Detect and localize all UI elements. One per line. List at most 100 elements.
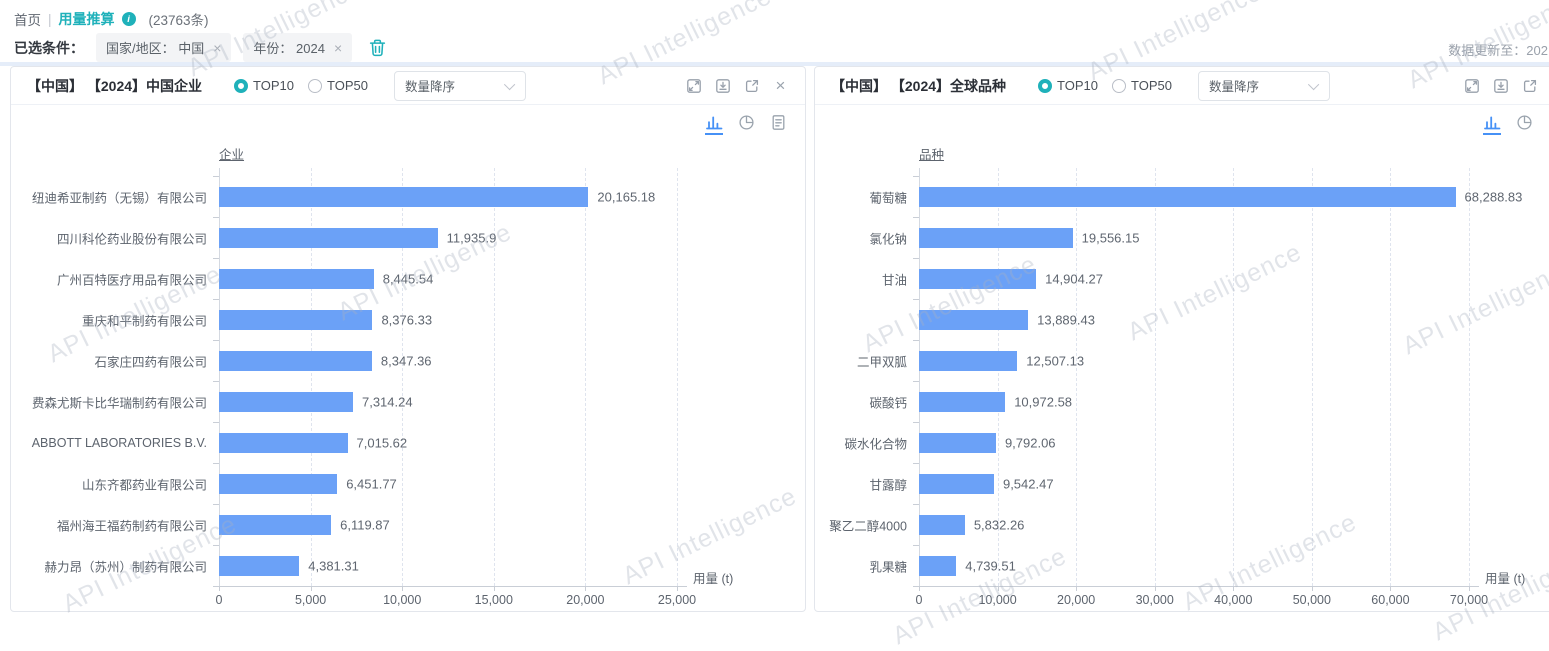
category-label: ABBOTT LABORATORIES B.V. [31,435,207,450]
category-label: 重庆和平制药有限公司 [81,314,207,328]
radio-selected-icon[interactable] [234,78,249,93]
breadcrumb-home-link[interactable]: 首页 [14,9,41,29]
bar[interactable] [219,555,300,576]
bar[interactable] [919,473,994,494]
x-axis-tick [219,586,220,591]
bar[interactable] [919,432,996,453]
bar[interactable] [219,309,373,330]
filter-chip-text: 国家/地区： 中国 [106,41,205,56]
x-axis-tick [919,586,920,591]
value-label: 5,832.26 [973,517,1025,532]
topn-radio-group: TOP10 TOP50 [234,78,368,93]
radio-top10[interactable]: TOP10 [1038,78,1098,93]
x-tick-label: 50,000 [1292,593,1331,607]
radio-label: TOP50 [1131,78,1172,93]
x-tick-label: 10,000 [383,593,422,607]
bar[interactable] [919,514,965,535]
chart-row: 葡萄糖 68,288.83 [815,176,1549,217]
bar[interactable] [219,268,374,289]
open-external-icon[interactable] [1521,77,1538,94]
chart-row: 聚乙二醇4000 5,832.26 [815,504,1549,545]
radio-top10[interactable]: TOP10 [234,78,294,93]
value-label: 8,376.33 [381,312,433,327]
chart-row: 碳酸钙 10,972.58 [815,381,1549,422]
close-icon[interactable]: × [772,77,789,94]
radio-unselected-icon[interactable] [1112,78,1126,93]
remove-filter-icon[interactable]: × [334,41,342,55]
filter-chip-country[interactable]: 国家/地区： 中国 × [96,33,232,62]
x-axis-tick [997,586,999,591]
data-updated-note: 数据更新至：202 [1448,43,1548,58]
bar[interactable] [919,391,1006,412]
open-external-icon[interactable] [743,77,760,94]
radio-top50[interactable]: TOP50 [308,78,368,93]
bar[interactable] [919,350,1018,371]
bar[interactable] [219,227,438,248]
filter-chip-text: 年份： 2024 [253,41,325,56]
fullscreen-icon[interactable] [1463,77,1480,94]
radio-unselected-icon[interactable] [308,78,322,93]
bar[interactable] [219,186,589,207]
clear-filters-trash-icon[interactable] [368,38,387,57]
value-label: 12,507.13 [1026,353,1085,368]
value-label: 7,015.62 [356,435,408,450]
chart-row: 广州百特医疗用品有限公司 8,445.54 [11,258,805,299]
bar[interactable] [219,391,353,412]
remove-filter-icon[interactable]: × [213,41,221,55]
bar-chart-toggle-icon[interactable] [1483,113,1501,135]
bar[interactable] [919,186,1456,207]
card-header-icons: × [685,77,789,94]
chart-row: 山东齐都药业有限公司 6,451.77 [11,463,805,504]
radio-label: TOP50 [327,78,368,93]
value-label: 20,165.18 [597,189,656,204]
x-axis-line [219,586,687,587]
category-label: 葡萄糖 [869,191,907,205]
bar-chart-toggle-icon[interactable] [705,113,723,135]
category-label: 赫力昂（苏州）制药有限公司 [44,560,207,574]
breadcrumb-current-page[interactable]: 用量推算 [59,9,115,29]
bar[interactable] [919,555,957,576]
x-tick-label: 20,000 [1057,593,1096,607]
sort-order-select[interactable]: 数量降序 [1197,70,1330,101]
card-header: 【中国】 【2024】全球品种 TOP10 TOP50 数量降序 [815,67,1549,105]
chart-row: 石家庄四药有限公司 8,347.36 [11,340,805,381]
sort-order-select[interactable]: 数量降序 [393,70,526,101]
x-axis: 0 10,000 20,000 30,000 40,000 50,000 60,000 70,… [815,572,1549,618]
value-label: 9,542.47 [1002,476,1054,491]
chart-row: 纽迪希亚制药（无锡）有限公司 20,165.18 [11,176,805,217]
category-label: 纽迪希亚制药（无锡）有限公司 [31,191,207,205]
selected-filters-label: 已选条件： [14,39,84,56]
category-label: 二甲双胍 [856,355,907,369]
chart-type-toggles [1483,113,1549,135]
radio-label: TOP10 [253,78,294,93]
filter-chip-year[interactable]: 年份： 2024 × [243,33,353,62]
radio-selected-icon[interactable] [1038,78,1053,93]
download-icon[interactable] [714,77,731,94]
value-label: 9,792.06 [1004,435,1056,450]
table-view-toggle-icon[interactable] [769,113,787,131]
fullscreen-icon[interactable] [685,77,702,94]
info-icon[interactable]: i [121,12,136,26]
topn-radio-group: TOP10 TOP50 [1038,78,1172,93]
download-icon[interactable] [1492,77,1509,94]
bar[interactable] [919,268,1037,289]
card-title: 【中国】 【2024】中国企业 [27,77,203,94]
x-tick-label: 0 [215,593,223,607]
bar[interactable] [219,350,372,371]
radio-top50[interactable]: TOP50 [1112,78,1172,93]
pie-chart-toggle-icon[interactable] [1515,113,1533,131]
bar[interactable] [219,432,348,453]
chart-row: 甘露醇 9,542.47 [815,463,1549,504]
category-label: 费森尤斯卡比华瑞制药有限公司 [31,396,207,410]
bar[interactable] [219,473,338,494]
category-label: 四川科伦药业股份有限公司 [56,232,207,246]
pie-chart-toggle-icon[interactable] [737,113,755,131]
bar[interactable] [919,227,1073,248]
bar[interactable] [919,309,1029,330]
x-axis-tick [1233,586,1235,591]
bar[interactable] [219,514,332,535]
sort-order-value: 数量降序 [1208,80,1259,94]
y-axis-name: 企业 [219,148,245,162]
chart-type-toggles [705,113,787,135]
x-tick-label: 70,000 [1449,593,1489,607]
